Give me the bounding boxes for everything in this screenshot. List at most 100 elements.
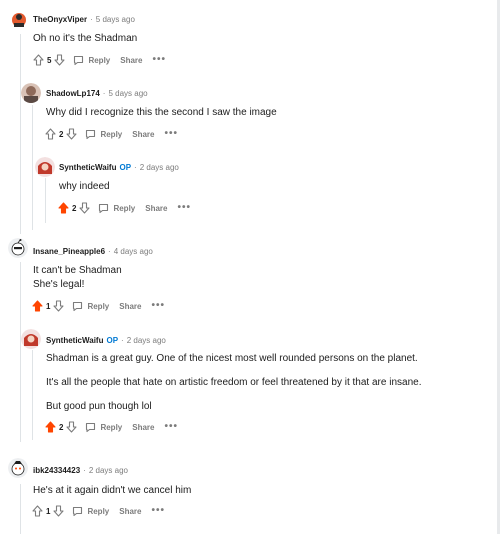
reply-button[interactable]: Reply xyxy=(72,506,109,517)
reply-label: Reply xyxy=(87,301,110,311)
upvote-icon[interactable] xyxy=(33,54,44,66)
reply-button[interactable]: Reply xyxy=(72,301,109,312)
vote-count: 2 xyxy=(59,129,64,139)
comment-body: Why did I recognize this the second I sa… xyxy=(46,107,277,118)
reply-button[interactable]: Reply xyxy=(85,129,122,140)
reply-label: Reply xyxy=(100,129,123,139)
comment-actions: 1 Reply Share ••• xyxy=(32,503,165,519)
downvote-icon[interactable] xyxy=(53,505,65,517)
more-options-icon[interactable]: ••• xyxy=(151,506,165,516)
separator-dot: · xyxy=(121,336,124,345)
vote-count: 2 xyxy=(59,422,64,432)
username[interactable]: SyntheticWaifu xyxy=(46,336,103,345)
chat-bubble-icon xyxy=(86,422,96,432)
downvote-icon[interactable] xyxy=(66,421,78,433)
upvote-icon[interactable] xyxy=(32,505,43,517)
comment-actions: 2 Reply Share ••• xyxy=(45,126,178,142)
vote-count: 1 xyxy=(46,506,51,516)
share-button[interactable]: Share xyxy=(119,507,141,516)
separator-dot: · xyxy=(83,466,86,475)
thread-line[interactable] xyxy=(20,34,21,234)
timestamp[interactable]: 2 days ago xyxy=(89,466,128,475)
upvote-icon-active[interactable] xyxy=(32,300,43,312)
comment-body: But good pun though lol xyxy=(46,401,152,412)
comment-meta: ibk24334423 · 2 days ago xyxy=(33,466,128,476)
avatar[interactable] xyxy=(21,83,41,103)
thread-line[interactable] xyxy=(20,262,21,442)
chat-bubble-icon xyxy=(74,55,84,65)
more-options-icon[interactable]: ••• xyxy=(152,55,166,65)
vote-count: 2 xyxy=(72,203,77,213)
comment-actions: 1 Reply Share ••• xyxy=(32,298,165,314)
comment-meta: ShadowLp174 · 5 days ago xyxy=(46,89,148,99)
username[interactable]: TheOnyxViper xyxy=(33,15,87,24)
timestamp[interactable]: 4 days ago xyxy=(114,247,153,256)
thread-line[interactable] xyxy=(20,484,21,534)
reply-button[interactable]: Reply xyxy=(98,203,135,214)
share-button[interactable]: Share xyxy=(145,204,167,213)
reply-label: Reply xyxy=(113,203,136,213)
reply-button[interactable]: Reply xyxy=(85,422,122,433)
chat-bubble-icon xyxy=(99,203,109,213)
downvote-icon[interactable] xyxy=(54,54,66,66)
upvote-icon-active[interactable] xyxy=(45,421,56,433)
comment-body: He's at it again didn't we cancel him xyxy=(33,485,192,496)
downvote-icon[interactable] xyxy=(53,300,65,312)
chat-bubble-icon xyxy=(86,129,96,139)
username[interactable]: ShadowLp174 xyxy=(46,89,100,98)
share-button[interactable]: Share xyxy=(132,423,154,432)
reply-button[interactable]: Reply xyxy=(73,55,110,66)
username[interactable]: SyntheticWaifu xyxy=(59,163,116,172)
comment-body: It's all the people that hate on artisti… xyxy=(46,377,422,388)
vote-count: 5 xyxy=(47,55,52,65)
timestamp[interactable]: 5 days ago xyxy=(96,15,135,24)
op-badge: OP xyxy=(106,336,119,345)
separator-dot: · xyxy=(102,89,106,98)
upvote-icon-active[interactable] xyxy=(58,202,69,214)
comment-actions: 2 Reply Share ••• xyxy=(45,419,178,435)
share-button[interactable]: Share xyxy=(119,302,141,311)
chat-bubble-icon xyxy=(73,301,83,311)
thread-line[interactable] xyxy=(45,178,46,223)
more-options-icon[interactable]: ••• xyxy=(164,422,178,432)
avatar[interactable] xyxy=(8,238,28,258)
username[interactable]: Insane_Pineapple6 xyxy=(33,247,105,256)
separator-dot: · xyxy=(108,247,111,256)
reply-label: Reply xyxy=(88,55,111,65)
comment-body: Oh no it's the Shadman xyxy=(33,33,138,44)
comment-meta: TheOnyxViper · 5 days ago xyxy=(33,15,135,25)
comment-actions: 2 Reply Share ••• xyxy=(58,200,191,216)
comment-meta: Insane_Pineapple6 · 4 days ago xyxy=(33,247,153,257)
timestamp[interactable]: 5 days ago xyxy=(108,89,147,98)
comment-body: It can't be Shadman xyxy=(33,265,122,276)
more-options-icon[interactable]: ••• xyxy=(164,129,178,139)
op-badge: OP xyxy=(119,163,132,172)
upvote-icon[interactable] xyxy=(45,128,56,140)
comment-meta: SyntheticWaifu OP · 2 days ago xyxy=(46,336,166,346)
vote-count: 1 xyxy=(46,301,51,311)
comment-body: She's legal! xyxy=(33,279,85,290)
thread-line[interactable] xyxy=(32,105,33,230)
reply-label: Reply xyxy=(87,506,110,516)
timestamp[interactable]: 2 days ago xyxy=(140,163,179,172)
username[interactable]: ibk24334423 xyxy=(33,466,80,475)
comment-meta: SyntheticWaifu OP · 2 days ago xyxy=(59,163,179,173)
comment-body: why indeed xyxy=(59,181,110,192)
downvote-icon[interactable] xyxy=(66,128,78,140)
separator-dot: · xyxy=(90,15,93,24)
avatar[interactable] xyxy=(35,157,55,177)
timestamp[interactable]: 2 days ago xyxy=(127,336,166,345)
separator-dot: · xyxy=(134,163,137,172)
more-options-icon[interactable]: ••• xyxy=(177,203,191,213)
chat-bubble-icon xyxy=(73,506,83,516)
comment-actions: 5 Reply Share ••• xyxy=(33,52,166,68)
share-button[interactable]: Share xyxy=(132,130,154,139)
more-options-icon[interactable]: ••• xyxy=(151,301,165,311)
avatar[interactable] xyxy=(9,9,29,29)
share-button[interactable]: Share xyxy=(120,56,142,65)
thread-line[interactable] xyxy=(32,350,33,440)
reply-label: Reply xyxy=(100,422,123,432)
downvote-icon[interactable] xyxy=(79,202,91,214)
avatar[interactable] xyxy=(8,458,28,478)
avatar[interactable] xyxy=(21,329,41,349)
